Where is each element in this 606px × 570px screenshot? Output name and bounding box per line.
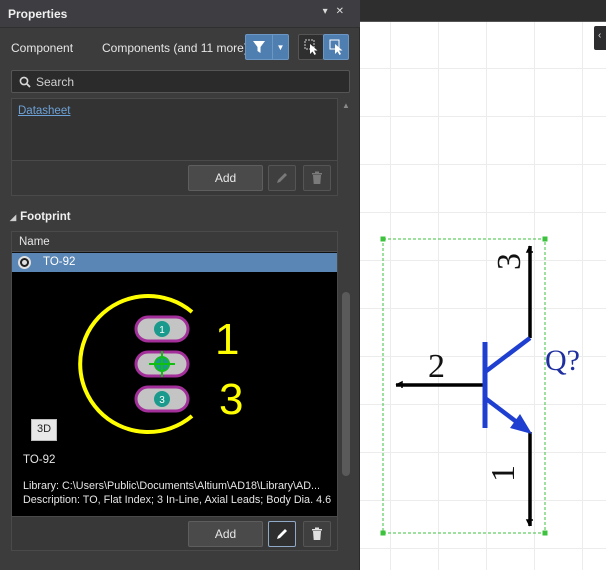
designator-label[interactable]: Q?	[545, 344, 580, 377]
transistor-symbol[interactable]: 3 2 1 Q?	[360, 0, 606, 570]
funnel-icon	[253, 41, 265, 53]
panel-scrollbar-thumb[interactable]	[342, 292, 350, 476]
trash-icon	[312, 171, 322, 184]
selection-filter-dropdown[interactable]: ▼	[273, 34, 289, 60]
view-3d-button[interactable]: 3D	[31, 419, 57, 441]
cursor-select-icon	[304, 39, 318, 55]
cursor-touch-icon	[329, 39, 343, 55]
component-row: Component Components (and 11 more) ▼	[0, 32, 360, 64]
pad-number-3: 3	[159, 395, 165, 406]
selection-filter-button[interactable]	[245, 34, 273, 60]
footprint-toolbar: Add	[12, 516, 337, 550]
panel-title: Properties	[8, 7, 68, 21]
datasheet-link[interactable]: Datasheet	[18, 105, 70, 117]
chevron-down-icon: ▼	[276, 43, 285, 52]
select-inside-button[interactable]	[298, 34, 324, 60]
footprint-radio[interactable]	[18, 256, 31, 269]
search-icon	[19, 76, 31, 88]
pencil-icon	[277, 529, 287, 539]
pin-label-3: 3	[491, 253, 528, 270]
search-box[interactable]	[11, 70, 350, 93]
panel-titlebar[interactable]: Properties ▾✕	[0, 0, 360, 28]
selection-filter-text: Components (and 11 more)	[102, 41, 248, 55]
footprint-row[interactable]: TO-92	[12, 253, 337, 272]
column-header-name: Name	[19, 236, 50, 248]
pad-number-1: 1	[159, 325, 165, 336]
selection-handle[interactable]	[380, 236, 386, 242]
selection-handle[interactable]	[542, 236, 548, 242]
parameters-list: Datasheet Add	[11, 98, 338, 196]
footprint-name: TO-92	[23, 454, 56, 466]
footprint-section-header[interactable]: ◢ Footprint	[10, 211, 71, 223]
delete-parameter-button[interactable]	[303, 165, 331, 191]
select-touching-button[interactable]	[323, 34, 349, 60]
footprint-description: Description: TO, Flat Index; 3 In-Line, …	[23, 494, 332, 506]
footprint-library-path: Library: C:\Users\Public\Documents\Altiu…	[23, 480, 321, 492]
trash-icon	[312, 527, 322, 540]
footprint-list: Name TO-92 1 3 1 3 3D TO-92 Library: C:\…	[11, 231, 338, 551]
add-footprint-button[interactable]: Add	[188, 521, 263, 547]
footprint-preview[interactable]: 1 3 1 3 3D TO-92 Library: C:\Users\Publi…	[12, 272, 337, 516]
footprint-section-title: Footprint	[20, 211, 71, 223]
component-label: Component	[11, 41, 74, 55]
footprint-row-name: TO-92	[43, 256, 76, 268]
search-input[interactable]	[36, 72, 341, 91]
collapse-caret-icon: ◢	[10, 213, 17, 222]
pin-label-2: 2	[428, 348, 445, 385]
panel-title-icons: ▾✕	[323, 6, 352, 17]
add-parameter-button[interactable]: Add	[188, 165, 263, 191]
scroll-up-arrow[interactable]: ▲	[342, 101, 350, 110]
parameters-toolbar: Add	[12, 160, 337, 195]
selection-handle[interactable]	[542, 530, 548, 536]
pencil-icon	[277, 173, 287, 183]
collector-line	[483, 336, 532, 374]
edit-footprint-button[interactable]	[268, 521, 296, 547]
close-icon[interactable]: ✕	[336, 6, 352, 17]
pin-label-1: 1	[485, 465, 522, 482]
silk-label-1: 1	[215, 315, 239, 364]
delete-footprint-button[interactable]	[303, 521, 331, 547]
edit-parameter-button[interactable]	[268, 165, 296, 191]
silk-label-3: 3	[219, 375, 243, 424]
pin-icon[interactable]: ▾	[323, 6, 336, 17]
properties-panel: Properties ▾✕ Component Components (and …	[0, 0, 360, 570]
selection-handle[interactable]	[380, 530, 386, 536]
footprint-list-header[interactable]: Name	[12, 232, 337, 252]
